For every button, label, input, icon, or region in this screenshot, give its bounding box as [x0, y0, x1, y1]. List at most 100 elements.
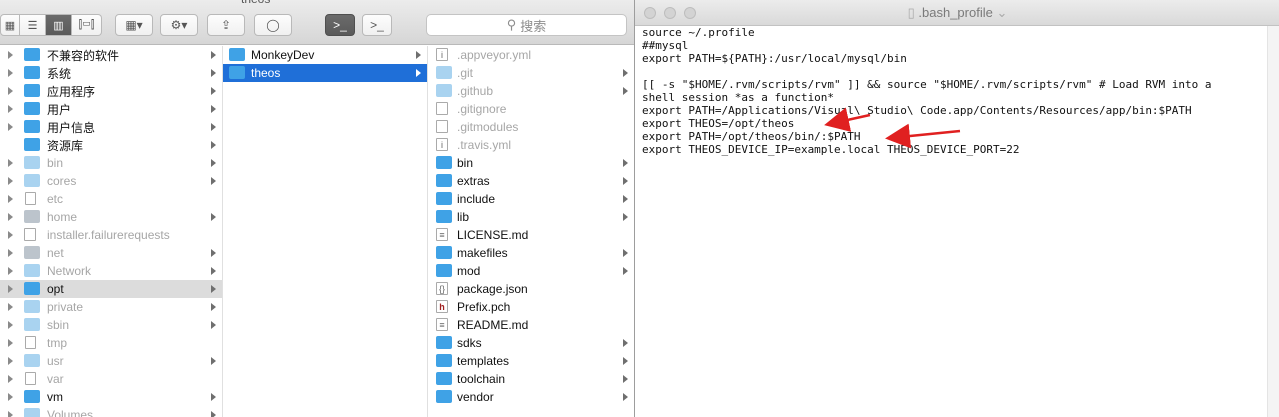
- list-item[interactable]: templates: [428, 352, 634, 370]
- list-item[interactable]: 资源库: [0, 136, 222, 154]
- list-item[interactable]: private: [0, 298, 222, 316]
- arrange-button[interactable]: ▦▾: [115, 14, 153, 36]
- list-item[interactable]: makefiles: [428, 244, 634, 262]
- item-label: README.md: [457, 318, 529, 332]
- list-item[interactable]: var: [0, 370, 222, 388]
- red-arrow-path: [885, 123, 961, 149]
- folder-light-icon: [24, 264, 40, 277]
- search-field[interactable]: ⚲ 搜索: [426, 14, 627, 36]
- list-item[interactable]: vm: [0, 388, 222, 406]
- item-label: net: [47, 246, 64, 260]
- chevron-right-icon: [623, 69, 628, 77]
- list-item[interactable]: 系统: [0, 64, 222, 82]
- disclosure-triangle-icon[interactable]: [8, 267, 13, 275]
- tags-button[interactable]: ◯: [254, 14, 292, 36]
- list-item[interactable]: MonkeyDev: [223, 46, 427, 64]
- list-item[interactable]: .gitmodules: [428, 118, 634, 136]
- list-item[interactable]: vendor: [428, 388, 634, 406]
- disclosure-triangle-icon[interactable]: [8, 213, 13, 221]
- item-label: installer.failurerequests: [47, 228, 170, 242]
- list-item[interactable]: ≡ README.md: [428, 316, 634, 334]
- action-button[interactable]: ⚙▾: [160, 14, 198, 36]
- folder-icon: [229, 48, 245, 61]
- list-item[interactable]: etc: [0, 190, 222, 208]
- chevron-right-icon: [211, 177, 216, 185]
- chevron-right-icon: [623, 213, 628, 221]
- item-label: Volumes: [47, 408, 94, 417]
- tag-icon: ◯: [266, 18, 280, 32]
- item-label: vm: [47, 390, 63, 404]
- list-item[interactable]: i .appveyor.yml: [428, 46, 634, 64]
- disclosure-triangle-icon[interactable]: [8, 105, 13, 113]
- disclosure-triangle-icon[interactable]: [8, 177, 13, 185]
- chevron-right-icon: [211, 159, 216, 167]
- list-item[interactable]: mod: [428, 262, 634, 280]
- folder-light-icon: [24, 300, 40, 313]
- disclosure-triangle-icon[interactable]: [8, 123, 13, 131]
- list-item[interactable]: cores: [0, 172, 222, 190]
- terminal-button[interactable]: >_: [325, 14, 355, 36]
- disclosure-triangle-icon[interactable]: [8, 339, 13, 347]
- disclosure-triangle-icon[interactable]: [8, 51, 13, 59]
- disclosure-triangle-icon[interactable]: [8, 411, 13, 417]
- list-item[interactable]: Network: [0, 262, 222, 280]
- share-button[interactable]: ⇪: [207, 14, 245, 36]
- list-item[interactable]: extras: [428, 172, 634, 190]
- list-item[interactable]: toolchain: [428, 370, 634, 388]
- disclosure-triangle-icon[interactable]: [8, 69, 13, 77]
- list-item[interactable]: bin: [428, 154, 634, 172]
- coverflow-view-icon[interactable]: ⫿▭⫿: [72, 14, 102, 36]
- disclosure-triangle-icon[interactable]: [8, 357, 13, 365]
- list-item[interactable]: usr: [0, 352, 222, 370]
- disclosure-triangle-icon[interactable]: [8, 249, 13, 257]
- list-item[interactable]: .github: [428, 82, 634, 100]
- list-item[interactable]: 不兼容的软件: [0, 46, 222, 64]
- list-item[interactable]: installer.failurerequests: [0, 226, 222, 244]
- list-item[interactable]: Volumes: [0, 406, 222, 417]
- icon-view-icon[interactable]: ▦: [0, 14, 20, 36]
- search-icon: ⚲: [506, 17, 517, 32]
- list-item[interactable]: ≡ LICENSE.md: [428, 226, 634, 244]
- list-item[interactable]: .gitignore: [428, 100, 634, 118]
- list-item[interactable]: 应用程序: [0, 82, 222, 100]
- list-item[interactable]: {} package.json: [428, 280, 634, 298]
- list-item[interactable]: sbin: [0, 316, 222, 334]
- item-label: .appveyor.yml: [457, 48, 532, 62]
- list-item[interactable]: theos: [223, 64, 427, 82]
- disclosure-triangle-icon[interactable]: [8, 393, 13, 401]
- disclosure-triangle-icon[interactable]: [8, 285, 13, 293]
- list-item[interactable]: 用户: [0, 100, 222, 118]
- list-item[interactable]: include: [428, 190, 634, 208]
- folder-icon: [436, 372, 452, 385]
- disclosure-triangle-icon[interactable]: [8, 159, 13, 167]
- list-item[interactable]: 用户信息: [0, 118, 222, 136]
- list-item[interactable]: tmp: [0, 334, 222, 352]
- column-view-icon[interactable]: ▥: [46, 14, 72, 36]
- disclosure-triangle-icon[interactable]: [8, 321, 13, 329]
- red-arrow-theos: [824, 107, 871, 132]
- file-i-icon: i: [436, 138, 448, 151]
- arrange-icon: ▦▾: [125, 18, 143, 32]
- list-view-icon[interactable]: ☰: [20, 14, 46, 36]
- disclosure-triangle-icon[interactable]: [8, 195, 13, 203]
- item-label: .gitignore: [457, 102, 507, 116]
- system-folder-icon: [24, 66, 40, 79]
- item-label: templates: [457, 354, 510, 368]
- disclosure-triangle-icon[interactable]: [8, 303, 13, 311]
- list-item[interactable]: opt: [0, 280, 222, 298]
- disclosure-triangle-icon[interactable]: [8, 231, 13, 239]
- share-icon: ⇪: [220, 18, 232, 32]
- list-item[interactable]: home: [0, 208, 222, 226]
- list-item[interactable]: i .travis.yml: [428, 136, 634, 154]
- disclosure-triangle-icon[interactable]: [8, 375, 13, 383]
- disclosure-triangle-icon[interactable]: [8, 87, 13, 95]
- list-item[interactable]: lib: [428, 208, 634, 226]
- list-item[interactable]: bin: [0, 154, 222, 172]
- list-item[interactable]: h Prefix.pch: [428, 298, 634, 316]
- gear-icon: ⚙▾: [170, 18, 188, 32]
- list-item[interactable]: net: [0, 244, 222, 262]
- list-item[interactable]: sdks: [428, 334, 634, 352]
- list-item[interactable]: .git: [428, 64, 634, 82]
- folder-light-icon: [24, 408, 40, 417]
- terminal-alt-button[interactable]: >_: [362, 14, 392, 36]
